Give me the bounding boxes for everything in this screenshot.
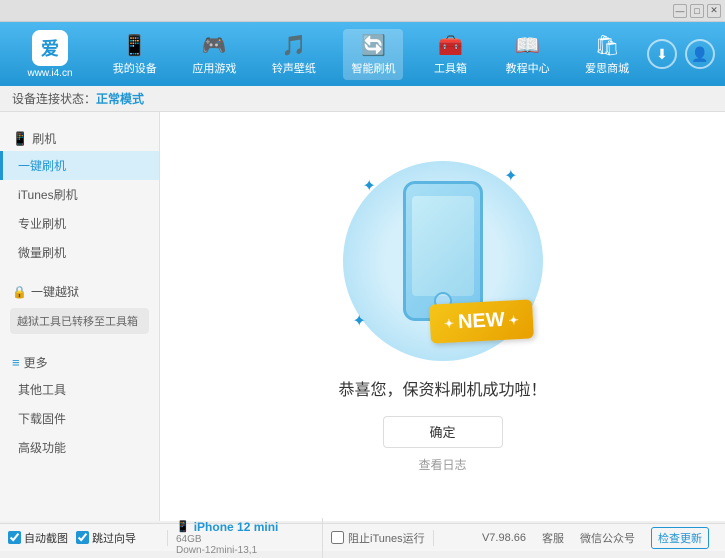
checkbox-auto-send-label: 自动截图 (24, 530, 68, 546)
sidebar-flash-header: 📱 刷机 (0, 126, 159, 151)
success-title: 恭喜您，保资料刷机成功啦！ (338, 376, 546, 400)
sidebar-section-more: ≡ 更多 其他工具 下载固件 高级功能 (0, 344, 159, 468)
checkbox-skip-guide[interactable]: 跳过向导 (76, 530, 136, 546)
logo-text: www.i4.cn (27, 68, 72, 79)
nav-label-smart-flash: 智能刷机 (351, 60, 395, 76)
footer-right: V7.98.66 客服 微信公众号 检查更新 (434, 527, 717, 549)
stop-itunes: 阻止iTunes运行 (323, 530, 434, 546)
status-value: 正常模式 (96, 90, 144, 107)
footer-check-update[interactable]: 检查更新 (651, 527, 709, 549)
footer-customer-service[interactable]: 客服 (542, 530, 564, 546)
device-storage: 64GB (176, 534, 314, 545)
sidebar-item-micro-flash[interactable]: 微量刷机 (0, 238, 159, 267)
apps-icon: 🎮 (202, 33, 227, 58)
nav-label-tutorial: 教程中心 (506, 60, 550, 76)
footer-wechat[interactable]: 微信公众号 (580, 530, 635, 546)
lock-icon: 🔒 (12, 285, 27, 299)
main-layout: 📱 刷机 一键刷机 iTunes刷机 专业刷机 微量刷机 🔒 一键越狱 越狱工具… (0, 112, 725, 521)
logo: 爱 www.i4.cn (10, 30, 90, 79)
stop-itunes-label: 阻止iTunes运行 (348, 530, 425, 546)
nav-item-apps-games[interactable]: 🎮 应用游戏 (184, 29, 244, 80)
sidebar-flash-title: 刷机 (32, 130, 56, 147)
smart-flash-icon: 🔄 (361, 33, 386, 58)
title-bar: — □ ✕ (0, 0, 725, 22)
nav-label-apps: 应用游戏 (192, 60, 236, 76)
minimize-button[interactable]: — (673, 4, 687, 18)
sidebar: 📱 刷机 一键刷机 iTunes刷机 专业刷机 微量刷机 🔒 一键越狱 越狱工具… (0, 112, 160, 521)
sidebar-item-itunes-flash[interactable]: iTunes刷机 (0, 180, 159, 209)
toolbox-icon: 🧰 (438, 33, 463, 58)
sidebar-item-pro-flash[interactable]: 专业刷机 (0, 209, 159, 238)
more-section-icon: ≡ (12, 355, 20, 370)
device-name-text: iPhone 12 mini (194, 520, 279, 534)
phone-body (403, 181, 483, 321)
header-actions: ⬇ 👤 (647, 39, 715, 69)
jailbreak-note-text: 越狱工具已转移至工具箱 (17, 313, 138, 329)
jailbreak-note: 越狱工具已转移至工具箱 (10, 308, 149, 334)
sidebar-item-one-click-flash[interactable]: 一键刷机 (0, 151, 159, 180)
sparkle-1: ✦ (363, 176, 376, 196)
nav-label-store: 爱思商城 (585, 60, 629, 76)
checkbox-group: 自动截图 跳过向导 (8, 530, 136, 546)
device-firmware: Down-12mini-13,1 (176, 545, 314, 556)
illustration-inner: ✦ ✦ ✦ NEW (343, 161, 543, 361)
sidebar-item-download-fw[interactable]: 下载固件 (0, 404, 159, 433)
ringtone-icon: 🎵 (281, 33, 306, 58)
content-area: ✦ ✦ ✦ NEW 恭喜您，保资料刷机成功啦！ (160, 112, 725, 521)
tutorial-icon: 📖 (515, 33, 540, 58)
below-header: 设备连接状态： 正常模式 📱 刷机 一键刷机 iTunes刷机 专业刷机 微量刷… (0, 86, 725, 523)
nav-label-toolbox: 工具箱 (434, 60, 467, 76)
phone-screen (412, 196, 474, 296)
sparkle-3: ✦ (353, 311, 366, 331)
sidebar-section-flash: 📱 刷机 一键刷机 iTunes刷机 专业刷机 微量刷机 (0, 120, 159, 273)
status-row: 设备连接状态： 正常模式 (0, 86, 725, 112)
status-footer: 自动截图 跳过向导 📱 iPhone 12 mini 64GB Down-12m… (0, 523, 725, 551)
header: 爱 www.i4.cn 📱 我的设备 🎮 应用游戏 🎵 铃声壁纸 🔄 智能刷机 … (0, 22, 725, 86)
new-badge: NEW (429, 299, 534, 343)
nav-label-ringtones: 铃声壁纸 (272, 60, 316, 76)
footer-left: 自动截图 跳过向导 (8, 530, 168, 546)
sidebar-item-other-tools[interactable]: 其他工具 (0, 375, 159, 404)
confirm-button[interactable]: 确定 (383, 416, 503, 448)
checkbox-auto-send[interactable]: 自动截图 (8, 530, 68, 546)
success-illustration: ✦ ✦ ✦ NEW (343, 161, 543, 361)
sidebar-jailbreak-header: 🔒 一键越狱 (0, 279, 159, 304)
sidebar-more-title: 更多 (24, 354, 48, 371)
footer-device-info: 📱 iPhone 12 mini 64GB Down-12mini-13,1 (168, 518, 323, 558)
sidebar-item-advanced[interactable]: 高级功能 (0, 433, 159, 462)
device-icon: 📱 (122, 33, 147, 58)
nav-item-toolbox[interactable]: 🧰 工具箱 (423, 29, 478, 80)
device-icon-footer: 📱 (176, 520, 190, 533)
sidebar-jailbreak-title: 一键越狱 (31, 283, 79, 300)
nav-item-ringtones[interactable]: 🎵 铃声壁纸 (264, 29, 324, 80)
nav-item-my-device[interactable]: 📱 我的设备 (105, 29, 165, 80)
checkbox-skip-guide-label: 跳过向导 (92, 530, 136, 546)
nav-item-smart-flash[interactable]: 🔄 智能刷机 (343, 29, 403, 80)
stop-itunes-checkbox[interactable] (331, 531, 344, 544)
logo-icon: 爱 (32, 30, 68, 66)
nav-label-my-device: 我的设备 (113, 60, 157, 76)
store-icon: 🛍 (594, 33, 619, 58)
nav-item-tutorial[interactable]: 📖 教程中心 (498, 29, 558, 80)
flash-section-icon: 📱 (12, 131, 28, 147)
close-button[interactable]: ✕ (707, 4, 721, 18)
footer-version: V7.98.66 (482, 532, 526, 544)
checkbox-skip-guide-input[interactable] (76, 531, 89, 544)
maximize-button[interactable]: □ (690, 4, 704, 18)
checkbox-auto-send-input[interactable] (8, 531, 21, 544)
nav-item-store[interactable]: 🛍 爱思商城 (577, 29, 637, 80)
status-label: 设备连接状态： (12, 90, 96, 107)
nav-bar: 📱 我的设备 🎮 应用游戏 🎵 铃声壁纸 🔄 智能刷机 🧰 工具箱 📖 教程中心… (95, 29, 647, 80)
sidebar-more-header: ≡ 更多 (0, 350, 159, 375)
view-log-link[interactable]: 查看日志 (418, 456, 466, 473)
user-button[interactable]: 👤 (685, 39, 715, 69)
sidebar-section-jailbreak: 🔒 一键越狱 越狱工具已转移至工具箱 (0, 273, 159, 344)
device-name: 📱 iPhone 12 mini (176, 520, 314, 534)
sparkle-2: ✦ (504, 166, 517, 186)
download-button[interactable]: ⬇ (647, 39, 677, 69)
